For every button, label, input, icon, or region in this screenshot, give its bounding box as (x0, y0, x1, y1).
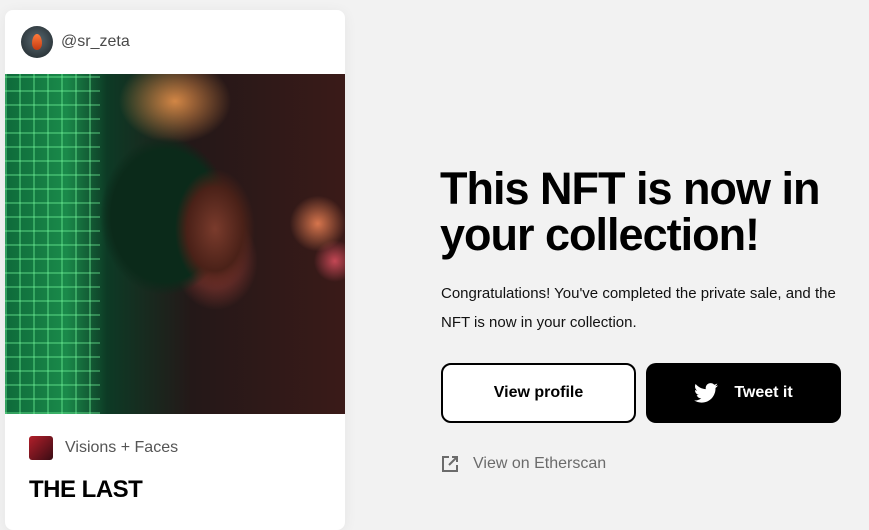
nft-card: @sr_zeta Visions + Faces THE LAST (5, 10, 345, 530)
artwork-face (175, 169, 255, 289)
twitter-icon (694, 383, 719, 403)
collection-row[interactable]: Visions + Faces (29, 436, 321, 460)
description-text: Congratulations! You've completed the pr… (441, 285, 836, 331)
collection-thumbnail (29, 436, 53, 460)
nft-artwork-image (5, 74, 345, 414)
etherscan-label: View on Etherscan (473, 455, 607, 472)
card-header: @sr_zeta (5, 10, 345, 74)
collection-name[interactable]: Visions + Faces (65, 439, 178, 457)
external-link-icon (442, 456, 458, 472)
view-profile-button[interactable]: View profile (441, 363, 636, 423)
view-profile-label: View profile (493, 384, 584, 401)
tweet-label: Tweet it (734, 384, 793, 401)
flame-icon (32, 34, 42, 50)
nft-title: THE LAST (29, 476, 143, 503)
username[interactable]: @sr_zeta (61, 33, 130, 51)
tweet-button[interactable]: Tweet it (646, 363, 841, 423)
etherscan-link[interactable]: View on Etherscan (441, 455, 606, 473)
card-footer: Visions + Faces THE LAST (5, 414, 345, 504)
avatar[interactable] (21, 26, 53, 58)
page-title: This NFT is now in your collection! (440, 163, 821, 260)
